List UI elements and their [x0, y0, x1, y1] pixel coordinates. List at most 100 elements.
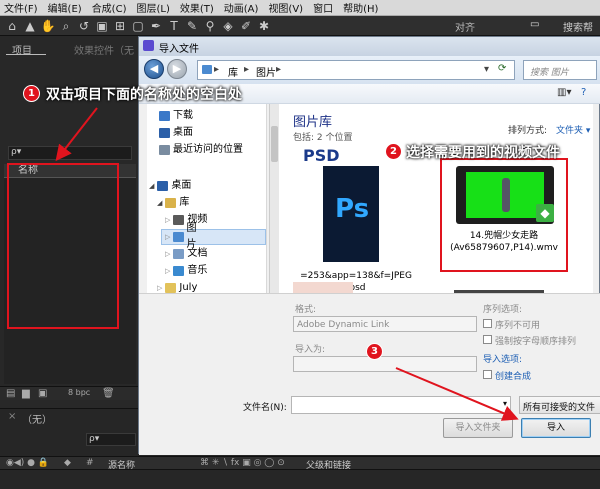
video-thumbnail: ◆: [456, 166, 554, 224]
recent-places-icon: [159, 145, 170, 155]
home-icon[interactable]: ⌂: [4, 18, 20, 34]
sort-dropdown[interactable]: 文件夹 ▾: [556, 123, 590, 136]
import-as-label: 导入为:: [295, 345, 326, 355]
nav-item-downloads[interactable]: 下载: [159, 108, 193, 124]
nav-item-pictures[interactable]: ▷ 图片: [161, 223, 266, 250]
nav-item-desktop-fav[interactable]: 桌面: [159, 125, 193, 141]
label-icon[interactable]: ◆: [64, 458, 71, 468]
forward-button[interactable]: ▶: [167, 59, 187, 79]
nav-item-music[interactable]: ▷ 音乐: [165, 263, 207, 279]
rotate-tool-icon[interactable]: ↺: [76, 18, 92, 34]
col-parent[interactable]: 父级和链接: [306, 458, 351, 471]
annotation-badge-3: 3: [366, 343, 383, 360]
sort-label: 排列方式:: [508, 126, 548, 136]
create-comp-label: 创建合成: [495, 372, 532, 382]
trash-icon[interactable]: 🗑: [102, 388, 115, 399]
tab-effect-controls[interactable]: 效果控件（无: [74, 42, 134, 57]
menu-composition[interactable]: 合成(C): [92, 0, 127, 15]
layer-switches-icon[interactable]: ⌘ ✳ ∖ fx ▣ ◎ ◯ ⊙: [200, 458, 285, 468]
desktop-icon: [157, 181, 169, 191]
av-switches-icon[interactable]: ◉◀) ● 🔒: [6, 458, 49, 468]
format-select[interactable]: Adobe Dynamic Link: [293, 316, 477, 332]
create-comp-checkbox[interactable]: [483, 370, 492, 379]
selection-tool-icon[interactable]: ▲: [22, 18, 38, 34]
import-button[interactable]: 导入: [521, 418, 591, 438]
library-subtitle[interactable]: 包括: 2 个位置: [293, 130, 352, 143]
nav-scrollbar[interactable]: [269, 104, 279, 303]
collapse-icon[interactable]: ◢: [157, 195, 162, 211]
file-item-video-selected[interactable]: ◆ 14.兜帽少女走路 (Av65879607,P14).wmv: [440, 158, 568, 272]
timeline-search-input[interactable]: ρ▾: [86, 433, 136, 446]
address-bar[interactable]: ▸ 库 ▸ 图片 ▸ ▾ ⟳: [197, 60, 515, 80]
hand-tool-icon[interactable]: ✋: [40, 18, 56, 34]
nav-item-documents[interactable]: ▷ 文档: [165, 246, 207, 262]
expand-icon[interactable]: ▷: [165, 263, 170, 279]
bpc-label[interactable]: 8 bpc: [68, 388, 90, 397]
format-label: 格式:: [295, 305, 317, 315]
ps-logo: Ps: [335, 194, 370, 224]
workspace-icon[interactable]: ▭: [530, 19, 539, 30]
menu-effect[interactable]: 效果(T): [180, 0, 214, 15]
stamp-tool-icon[interactable]: ⚲: [202, 18, 218, 34]
project-item-list[interactable]: [4, 178, 136, 384]
dialog-search-input[interactable]: 搜索 图片: [523, 60, 597, 80]
pan-tool-icon[interactable]: ⊞: [112, 18, 128, 34]
breadcrumb-library[interactable]: 库: [228, 64, 238, 79]
menu-window[interactable]: 窗口: [313, 0, 333, 15]
nav-item-recent[interactable]: 最近访问的位置: [159, 142, 243, 158]
new-comp-icon[interactable]: ▣: [38, 388, 47, 399]
scrollbar-thumb[interactable]: [271, 126, 278, 162]
menu-animation[interactable]: 动画(A): [224, 0, 259, 15]
collapse-icon[interactable]: ◢: [149, 178, 154, 194]
search-help[interactable]: 搜索帮: [563, 19, 593, 34]
nav-item-library[interactable]: ◢ 库: [157, 195, 189, 211]
expand-icon[interactable]: ▷: [165, 246, 170, 262]
col-source-name[interactable]: 源名称: [108, 458, 135, 471]
pen-tool-icon[interactable]: ✒: [148, 18, 164, 34]
project-search-input[interactable]: ρ▾: [8, 146, 132, 160]
roto-tool-icon[interactable]: ✐: [238, 18, 254, 34]
breadcrumb-pictures[interactable]: 图片: [256, 64, 276, 79]
filetype-select[interactable]: 所有可接受的文件: [519, 396, 600, 414]
text-tool-icon[interactable]: T: [166, 18, 182, 34]
rect-tool-icon[interactable]: ▢: [130, 18, 146, 34]
import-as-select[interactable]: [293, 356, 477, 372]
file-item-psd[interactable]: PSD Ps =253&app=138&f=JPEG .psd: [293, 144, 419, 293]
interpret-footage-icon[interactable]: ▤: [6, 388, 15, 399]
close-icon[interactable]: ×: [8, 411, 16, 422]
user-folder-icon: [165, 283, 177, 293]
expand-icon[interactable]: ▷: [165, 212, 170, 228]
column-header-name[interactable]: 名称: [4, 164, 136, 178]
import-folder-button[interactable]: 导入文件夹: [443, 418, 513, 438]
new-folder-icon[interactable]: ▆: [22, 388, 30, 399]
menu-file[interactable]: 文件(F): [4, 0, 38, 15]
snap-label[interactable]: 对齐: [455, 19, 475, 34]
zoom-tool-icon[interactable]: ⌕: [58, 18, 74, 34]
dropdown-icon[interactable]: ▾: [484, 64, 489, 75]
eraser-tool-icon[interactable]: ◈: [220, 18, 236, 34]
back-button[interactable]: ◀: [144, 59, 164, 79]
brush-tool-icon[interactable]: ✎: [184, 18, 200, 34]
expand-icon[interactable]: ▷: [165, 229, 170, 245]
menu-edit[interactable]: 编辑(E): [48, 0, 82, 15]
puppet-tool-icon[interactable]: ✱: [256, 18, 272, 34]
view-options-icon[interactable]: ▥▾: [557, 87, 571, 98]
app-icon: [143, 40, 154, 51]
refresh-icon[interactable]: ⟳: [498, 63, 506, 74]
chevron-right-icon: ▸: [244, 64, 250, 75]
nav-item-desktop[interactable]: ◢ 桌面: [149, 178, 191, 194]
help-icon[interactable]: ?: [581, 87, 586, 98]
filename-input[interactable]: ▾: [291, 396, 511, 414]
menu-layer[interactable]: 图层(L): [136, 0, 169, 15]
timeline-tab-none[interactable]: （无）: [22, 411, 52, 426]
chevron-right-icon: ▸: [214, 64, 220, 75]
sequence-checkbox[interactable]: [483, 319, 492, 328]
force-alpha-label: 强制按字母顺序排列: [495, 337, 577, 347]
green-screen-frame: [466, 172, 544, 218]
file-content-area: 图片库 包括: 2 个位置 排列方式: 文件夹 ▾ PSD Ps =253&ap…: [279, 104, 593, 303]
camera-tool-icon[interactable]: ▣: [94, 18, 110, 34]
menu-help[interactable]: 帮助(H): [343, 0, 378, 15]
menu-view[interactable]: 视图(V): [268, 0, 303, 15]
dropdown-icon[interactable]: ▾: [503, 399, 507, 408]
alpha-order-checkbox[interactable]: [483, 335, 492, 344]
